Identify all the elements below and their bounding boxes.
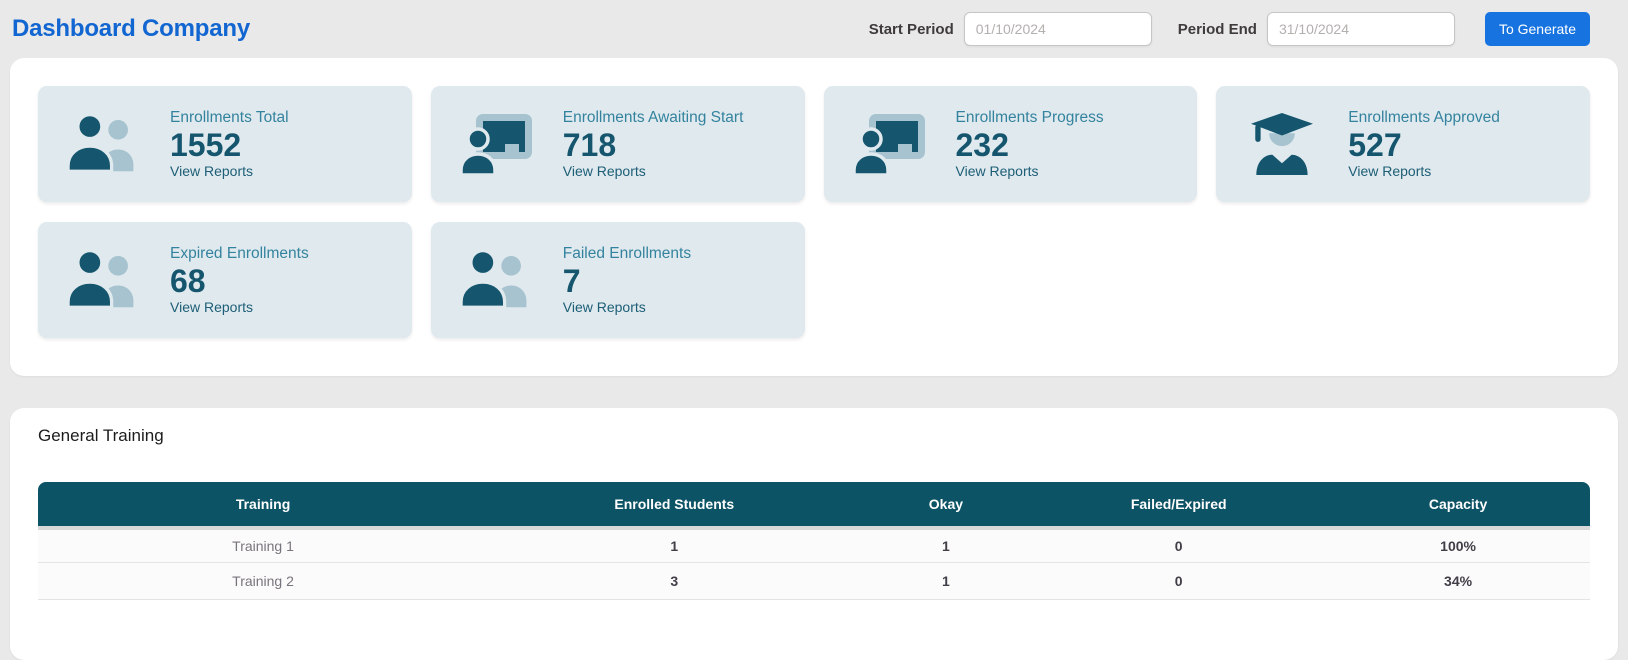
- stats-panel: Enrollments Total 1552 View Reports Enro…: [10, 58, 1618, 376]
- training-table: TrainingEnrolled StudentsOkayFailed/Expi…: [38, 482, 1590, 600]
- value-cell: 100%: [1326, 526, 1590, 563]
- column-header: Okay: [861, 482, 1032, 526]
- users-icon: [460, 249, 534, 311]
- training-name-cell: Training 2: [38, 563, 488, 600]
- stat-card: Expired Enrollments 68 View Reports: [38, 222, 412, 338]
- view-reports-link[interactable]: View Reports: [956, 163, 1104, 179]
- column-header: Capacity: [1326, 482, 1590, 526]
- card-value: 232: [956, 128, 1104, 164]
- section-title: General Training: [38, 426, 1590, 446]
- table-row: Training 231034%: [38, 563, 1590, 600]
- card-value: 527: [1348, 128, 1500, 164]
- stat-card: Failed Enrollments 7 View Reports: [431, 222, 805, 338]
- view-reports-link[interactable]: View Reports: [563, 299, 691, 315]
- users-icon: [67, 249, 141, 311]
- card-title: Expired Enrollments: [170, 245, 309, 263]
- view-reports-link[interactable]: View Reports: [1348, 163, 1500, 179]
- card-value: 718: [563, 128, 744, 164]
- card-title: Enrollments Approved: [1348, 109, 1500, 127]
- value-cell: 34%: [1326, 563, 1590, 600]
- generate-button[interactable]: To Generate: [1485, 12, 1590, 46]
- stat-card: Enrollments Progress 232 View Reports: [824, 86, 1198, 202]
- view-reports-link[interactable]: View Reports: [170, 163, 289, 179]
- card-title: Enrollments Progress: [956, 109, 1104, 127]
- column-header: Enrolled Students: [488, 482, 860, 526]
- header-bar: Dashboard Company Start Period Period En…: [0, 0, 1628, 58]
- table-row: Training 1110100%: [38, 526, 1590, 563]
- stat-card: Enrollments Awaiting Start 718 View Repo…: [431, 86, 805, 202]
- column-header: Failed/Expired: [1031, 482, 1326, 526]
- start-period-label: Start Period: [869, 21, 954, 38]
- general-training-panel: General Training TrainingEnrolled Studen…: [10, 408, 1618, 660]
- card-value: 1552: [170, 128, 289, 164]
- card-title: Enrollments Awaiting Start: [563, 109, 744, 127]
- view-reports-link[interactable]: View Reports: [563, 163, 744, 179]
- stat-card: Enrollments Total 1552 View Reports: [38, 86, 412, 202]
- period-controls: Start Period Period End To Generate: [869, 12, 1590, 46]
- card-title: Enrollments Total: [170, 109, 289, 127]
- view-reports-link[interactable]: View Reports: [170, 299, 309, 315]
- training-name-cell: Training 1: [38, 526, 488, 563]
- value-cell: 0: [1031, 563, 1326, 600]
- users-icon: [67, 113, 141, 175]
- graduate-icon: [1245, 113, 1319, 175]
- period-end-label: Period End: [1178, 21, 1257, 38]
- value-cell: 1: [861, 563, 1032, 600]
- start-period-input[interactable]: [964, 12, 1152, 46]
- stat-card: Enrollments Approved 527 View Reports: [1216, 86, 1590, 202]
- stat-cards-grid: Enrollments Total 1552 View Reports Enro…: [38, 86, 1590, 338]
- card-title: Failed Enrollments: [563, 245, 691, 263]
- page-title: Dashboard Company: [12, 15, 250, 43]
- table-header-row: TrainingEnrolled StudentsOkayFailed/Expi…: [38, 482, 1590, 526]
- card-value: 7: [563, 264, 691, 300]
- card-value: 68: [170, 264, 309, 300]
- period-end-input[interactable]: [1267, 12, 1455, 46]
- presentation-icon: [853, 113, 927, 175]
- value-cell: 0: [1031, 526, 1326, 563]
- presentation-icon: [460, 113, 534, 175]
- value-cell: 1: [861, 526, 1032, 563]
- value-cell: 1: [488, 526, 860, 563]
- value-cell: 3: [488, 563, 860, 600]
- column-header: Training: [38, 482, 488, 526]
